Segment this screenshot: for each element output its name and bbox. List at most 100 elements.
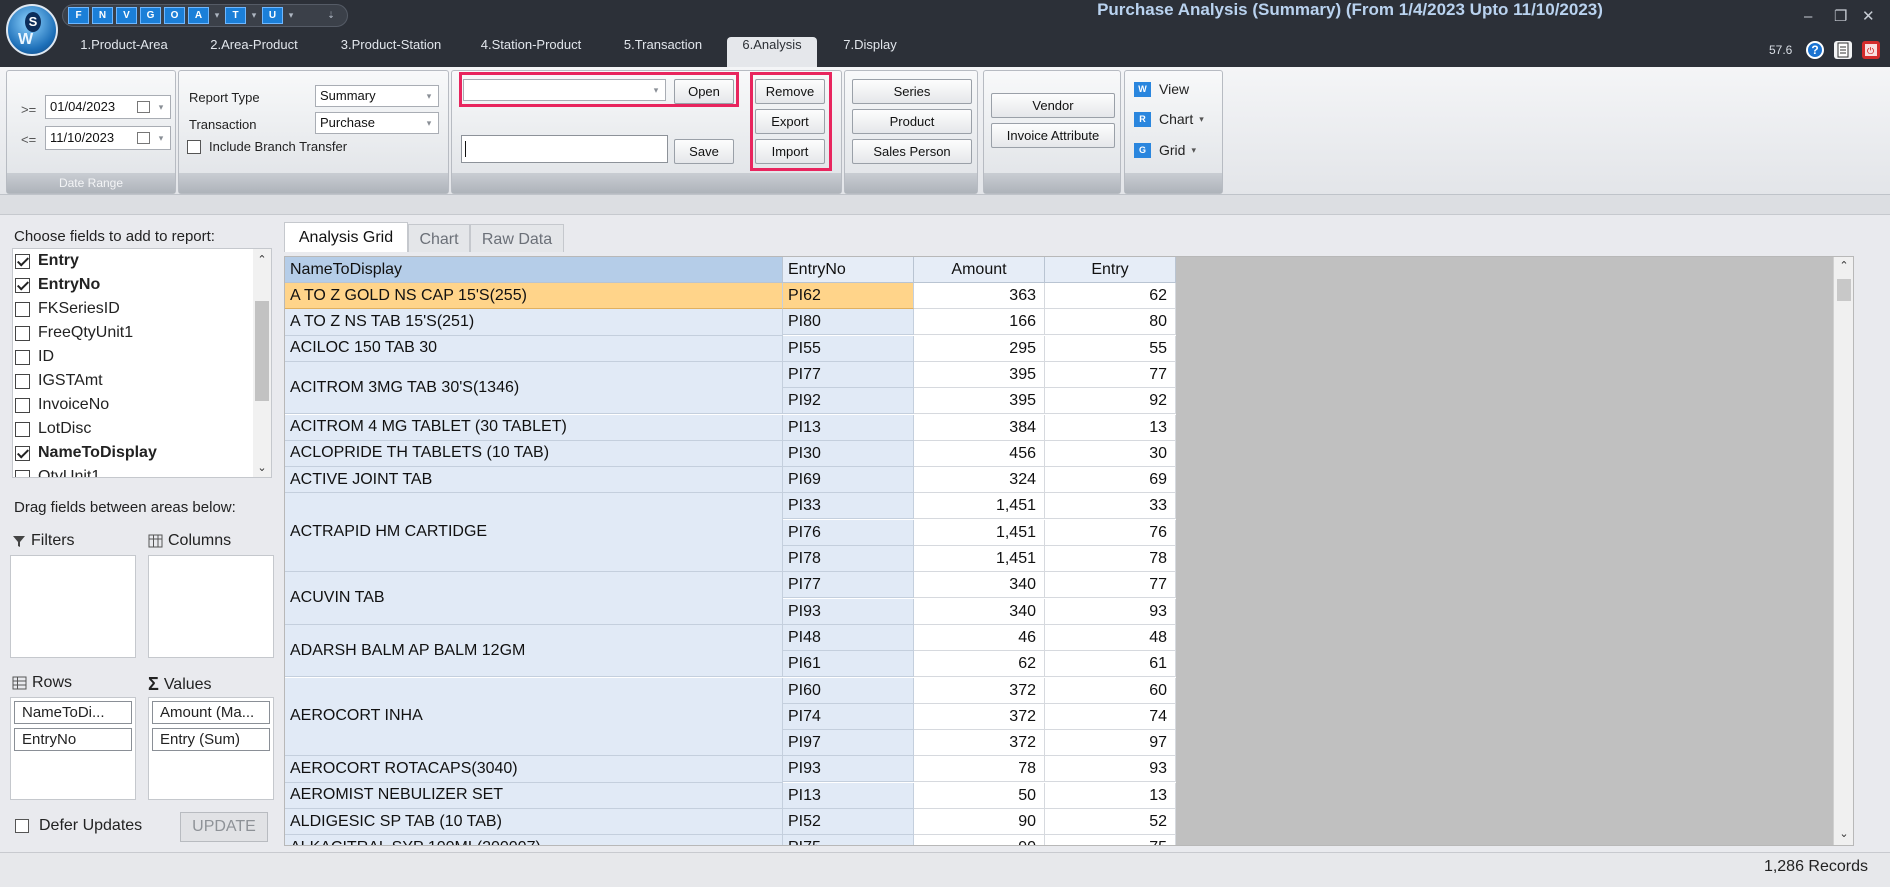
field-item-fkseriesid[interactable]: FKSeriesID <box>15 297 120 321</box>
checkbox[interactable] <box>15 373 30 389</box>
field-list[interactable]: Entry EntryNo FKSeriesID FreeQtyUnit1 ID… <box>12 248 272 478</box>
entry-cell[interactable]: 77 <box>1045 572 1176 599</box>
header-nametodisplay[interactable]: NameToDisplay <box>285 257 783 283</box>
entryno-cell[interactable]: PI30 <box>783 440 914 467</box>
amount-cell[interactable]: 324 <box>914 467 1045 494</box>
tab-display[interactable]: 7.Display <box>828 37 912 67</box>
maximize-button[interactable]: ❐ <box>1834 8 1847 26</box>
to-date-picker[interactable]: 11/10/2023 ▾ <box>45 126 171 150</box>
entryno-cell[interactable]: PI33 <box>783 493 914 520</box>
field-item-lotdisc[interactable]: LotDisc <box>15 417 91 441</box>
tab-analysis[interactable]: 6.Analysis <box>727 37 817 67</box>
view-menu[interactable]: W View <box>1134 81 1189 97</box>
columns-drop-area[interactable] <box>148 555 274 658</box>
entry-cell[interactable]: 97 <box>1045 730 1176 757</box>
help-icon[interactable]: ? <box>1806 41 1824 59</box>
value-field-chip[interactable]: Amount (Ma... <box>152 701 270 724</box>
exit-icon[interactable]: ⏻ <box>1862 41 1880 59</box>
amount-cell[interactable]: 395 <box>914 361 1045 388</box>
filters-drop-area[interactable] <box>10 555 136 658</box>
entryno-cell[interactable]: PI62 <box>783 283 914 309</box>
entry-cell[interactable]: 92 <box>1045 388 1176 415</box>
entry-cell[interactable]: 13 <box>1045 414 1176 441</box>
entry-cell[interactable]: 48 <box>1045 624 1176 651</box>
checkbox[interactable] <box>15 469 30 477</box>
scrollbar-thumb[interactable] <box>255 301 269 401</box>
amount-cell[interactable]: 62 <box>914 651 1045 678</box>
amount-cell[interactable]: 456 <box>914 440 1045 467</box>
report-type-select[interactable]: Summary ▾ <box>315 85 439 107</box>
chevron-down-icon[interactable]: ▾ <box>154 131 168 145</box>
scrollbar-thumb[interactable] <box>1837 279 1851 301</box>
checkbox[interactable] <box>15 421 30 437</box>
row-name-cell[interactable]: ACITROM 4 MG TABLET (30 TABLET) <box>285 414 783 441</box>
close-button[interactable]: ✕ <box>1862 8 1875 26</box>
entry-cell[interactable]: 62 <box>1045 283 1176 309</box>
calendar-icon[interactable] <box>137 132 150 144</box>
tab-chart[interactable]: Chart <box>408 224 470 252</box>
chevron-down-icon[interactable]: ⌄ <box>1837 827 1851 840</box>
chevron-down-icon[interactable]: ▾ <box>154 100 168 114</box>
tab-product-station[interactable]: 3.Product-Station <box>326 37 456 67</box>
row-name-cell[interactable]: AEROMIST NEBULIZER SET <box>285 782 783 809</box>
grid-vertical-scrollbar[interactable]: ⌃ ⌄ <box>1833 257 1853 845</box>
amount-cell[interactable]: 166 <box>914 309 1045 336</box>
tab-raw-data[interactable]: Raw Data <box>470 224 564 252</box>
chevron-up-icon[interactable]: ⌃ <box>1837 259 1851 272</box>
tab-analysis-grid[interactable]: Analysis Grid <box>284 222 408 252</box>
values-drop-area[interactable]: Amount (Ma... Entry (Sum) <box>148 697 274 800</box>
amount-cell[interactable]: 90 <box>914 835 1045 845</box>
field-item-qtyunit1[interactable]: QtyUnit1 <box>15 465 100 477</box>
entry-cell[interactable]: 55 <box>1045 335 1176 362</box>
field-item-nametodisplay[interactable]: NameToDisplay <box>15 441 157 465</box>
row-name-cell[interactable]: ACITROM 3MG TAB 30'S(1346) <box>285 361 783 415</box>
entryno-cell[interactable]: PI75 <box>783 835 914 845</box>
amount-cell[interactable]: 78 <box>914 756 1045 783</box>
entryno-cell[interactable]: PI77 <box>783 361 914 388</box>
amount-cell[interactable]: 363 <box>914 283 1045 309</box>
amount-cell[interactable]: 372 <box>914 703 1045 730</box>
tab-area-product[interactable]: 2.Area-Product <box>196 37 312 67</box>
product-button[interactable]: Product <box>852 109 972 134</box>
checkbox[interactable] <box>15 397 30 413</box>
header-amount[interactable]: Amount <box>914 257 1045 283</box>
entry-cell[interactable]: 93 <box>1045 598 1176 625</box>
row-name-cell[interactable]: ACILOC 150 TAB 30 <box>285 335 783 362</box>
amount-cell[interactable]: 340 <box>914 598 1045 625</box>
chevron-down-icon[interactable]: ▾ <box>1191 145 1196 156</box>
entry-cell[interactable]: 77 <box>1045 361 1176 388</box>
field-item-invoiceno[interactable]: InvoiceNo <box>15 393 109 417</box>
row-name-cell[interactable]: ALDIGESIC SP TAB (10 TAB) <box>285 809 783 836</box>
checkbox[interactable] <box>15 301 30 317</box>
update-button[interactable]: UPDATE <box>180 812 268 842</box>
entry-cell[interactable]: 80 <box>1045 309 1176 336</box>
entryno-cell[interactable]: PI48 <box>783 624 914 651</box>
entryno-cell[interactable]: PI77 <box>783 572 914 599</box>
entryno-cell[interactable]: PI92 <box>783 388 914 415</box>
amount-cell[interactable]: 50 <box>914 782 1045 809</box>
entry-cell[interactable]: 61 <box>1045 651 1176 678</box>
row-name-cell[interactable]: A TO Z GOLD NS CAP 15'S(255) <box>285 283 783 310</box>
chevron-down-icon[interactable]: ⌄ <box>253 461 271 474</box>
entry-cell[interactable]: 69 <box>1045 467 1176 494</box>
header-entryno[interactable]: EntryNo <box>783 257 914 283</box>
field-item-entryno[interactable]: EntryNo <box>15 273 100 297</box>
tab-product-area[interactable]: 1.Product-Area <box>66 37 182 67</box>
save-button[interactable]: Save <box>674 139 734 164</box>
entryno-cell[interactable]: PI55 <box>783 335 914 362</box>
series-button[interactable]: Series <box>852 79 972 104</box>
amount-cell[interactable]: 1,451 <box>914 519 1045 546</box>
entryno-cell[interactable]: PI52 <box>783 809 914 835</box>
sales-person-button[interactable]: Sales Person <box>852 139 972 164</box>
checkbox[interactable] <box>15 349 30 365</box>
grid-menu[interactable]: G Grid ▾ <box>1134 142 1196 158</box>
entryno-cell[interactable]: PI93 <box>783 598 914 625</box>
entry-cell[interactable]: 33 <box>1045 493 1176 520</box>
entryno-cell[interactable]: PI93 <box>783 756 914 783</box>
amount-cell[interactable]: 90 <box>914 809 1045 835</box>
notes-icon[interactable] <box>1834 41 1852 59</box>
app-logo[interactable]: S W <box>6 4 58 56</box>
entry-cell[interactable]: 60 <box>1045 677 1176 704</box>
row-name-cell[interactable]: ACTRAPID HM CARTIDGE <box>285 493 783 573</box>
row-name-cell[interactable]: ACUVIN TAB <box>285 572 783 625</box>
